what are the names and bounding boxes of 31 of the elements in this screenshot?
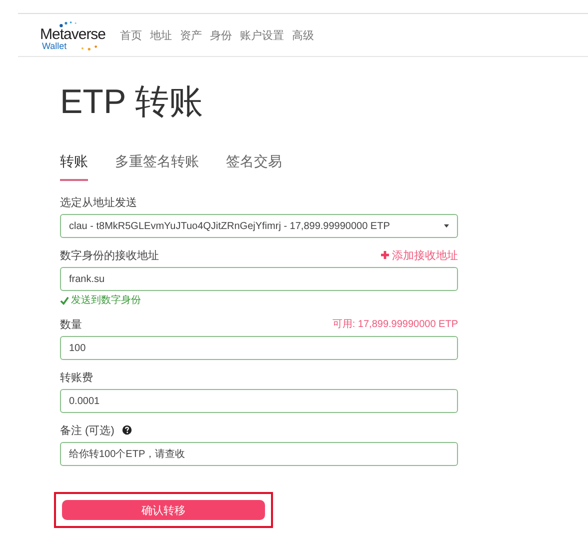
field-label: 转账费: [60, 370, 93, 384]
field-label: 选定从地址发送: [60, 196, 137, 210]
tab[interactable]: 转账: [60, 153, 88, 181]
address-select[interactable]: clau - t8MkR5GLEvmYuJTuo4QJitZRnGejYfimrj - 17,899.99990000 ETP: [60, 214, 458, 238]
dots-icon: [80, 44, 100, 51]
available-balance: 可用: 17,899.99990000 ETP: [332, 318, 458, 331]
input-field[interactable]: 100: [60, 336, 458, 360]
logo-subtitle: Wallet: [42, 41, 67, 51]
plus-icon: [381, 251, 389, 259]
add-address-link[interactable]: 添加接收地址: [381, 248, 458, 262]
nav-link[interactable]: 身份: [210, 28, 232, 42]
nav-link[interactable]: 资产: [180, 28, 202, 42]
confirm-button[interactable]: 确认转移: [62, 500, 265, 520]
nav-link[interactable]: 高级: [292, 28, 314, 42]
check-icon: [60, 296, 69, 304]
tab[interactable]: 多重签名转账: [115, 153, 199, 181]
input-field[interactable]: frank.su: [60, 267, 458, 291]
caret-icon: [444, 224, 449, 228]
nav-link[interactable]: 账户设置: [240, 28, 284, 42]
field-label: 备注 (可选): [60, 424, 114, 438]
input-field[interactable]: 0.0001: [60, 389, 458, 413]
field-label: 数量: [60, 318, 82, 332]
input-field[interactable]: 给你转100个ETP，请查收: [60, 442, 458, 466]
nav-link[interactable]: 地址: [150, 28, 172, 42]
validation-message: 发送到数字身份: [60, 293, 458, 307]
help-icon[interactable]: [122, 425, 132, 435]
page-title: ETP 转账: [60, 82, 204, 123]
tab[interactable]: 签名交易: [226, 153, 282, 181]
nav-link[interactable]: 首页: [120, 28, 142, 42]
field-label: 数字身份的接收地址: [60, 248, 159, 262]
logo-name[interactable]: Metaverse: [40, 26, 106, 43]
